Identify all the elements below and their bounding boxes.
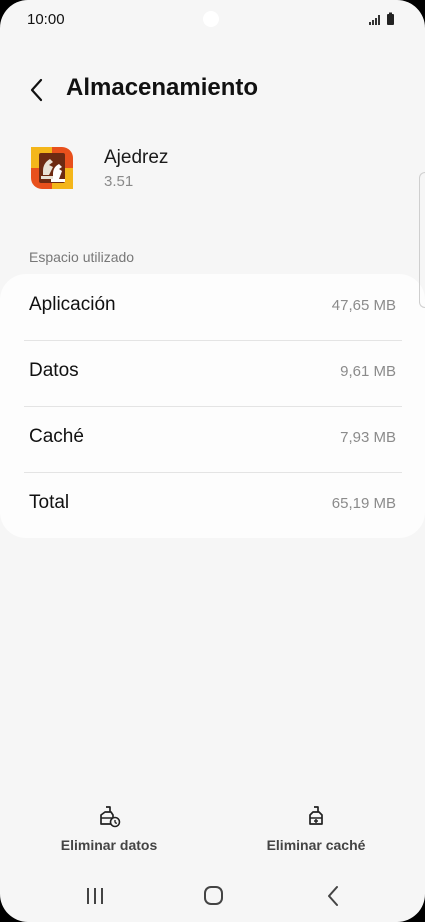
row-value: 65,19 MB — [331, 495, 396, 512]
recent-apps-button[interactable] — [75, 882, 115, 910]
status-icons — [369, 12, 394, 25]
row-value: 47,65 MB — [331, 297, 396, 314]
row-label: Aplicación — [29, 294, 116, 315]
app-info: Ajedrez 3.51 — [0, 140, 425, 200]
status-time: 10:00 — [27, 11, 65, 28]
clear-cache-icon — [309, 806, 323, 825]
clear-cache-button[interactable]: Eliminar caché — [241, 800, 391, 858]
app-version: 3.51 — [104, 173, 134, 190]
row-value: 7,93 MB — [340, 429, 396, 446]
bottom-actions: Eliminar datos Eliminar caché — [0, 800, 425, 860]
status-bar: 10:00 — [0, 0, 425, 40]
recent-apps-icon — [87, 888, 103, 904]
camera-cutout — [203, 11, 219, 27]
storage-row-total: Total 65,19 MB — [0, 472, 425, 538]
storage-row-data: Datos 9,61 MB — [0, 340, 425, 406]
storage-row-cache: Caché 7,93 MB — [0, 406, 425, 472]
row-label: Caché — [29, 426, 84, 447]
row-label: Datos — [29, 360, 79, 381]
section-label: Espacio utilizado — [29, 249, 135, 265]
clear-cache-label: Eliminar caché — [266, 837, 366, 853]
clear-data-label: Eliminar datos — [60, 837, 158, 853]
home-button[interactable] — [193, 882, 233, 910]
signal-icon — [369, 15, 380, 25]
phone-screen: 10:00 Almacenamiento Ajedrez 3.51 Espaci… — [0, 0, 425, 922]
chevron-left-icon — [30, 78, 43, 102]
clear-data-button[interactable]: Eliminar datos — [34, 800, 184, 858]
navigation-bar — [0, 876, 425, 916]
chess-app-icon — [31, 147, 73, 189]
storage-card: Aplicación 47,65 MB Datos 9,61 MB Caché … — [0, 274, 425, 538]
storage-row-app: Aplicación 47,65 MB — [0, 274, 425, 340]
back-button[interactable] — [24, 74, 54, 106]
back-icon — [328, 886, 338, 906]
row-value: 9,61 MB — [340, 363, 396, 380]
home-icon — [204, 886, 223, 905]
clear-data-icon — [100, 806, 121, 828]
battery-icon — [387, 12, 394, 25]
scroll-handle[interactable] — [419, 172, 425, 308]
header: Almacenamiento — [0, 66, 425, 114]
app-name: Ajedrez — [104, 147, 169, 168]
nav-back-button[interactable] — [313, 882, 353, 910]
row-label: Total — [29, 492, 70, 513]
page-title: Almacenamiento — [66, 74, 259, 101]
